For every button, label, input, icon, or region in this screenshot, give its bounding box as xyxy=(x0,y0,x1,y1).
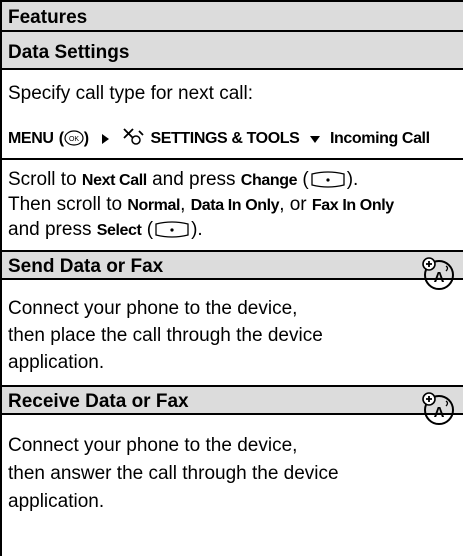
data-settings-intro: Specify call type for next call: xyxy=(8,83,253,104)
triangle-right-icon xyxy=(101,134,109,144)
settings-tools-icon xyxy=(123,128,144,145)
send-line-1: Connect your phone to the device, xyxy=(8,298,298,319)
svg-text:OK: OK xyxy=(69,136,79,143)
instruction-line-2: Then scroll to Normal, Data In Only, or … xyxy=(8,194,394,215)
ok-key-icon: OK xyxy=(64,130,84,146)
down-arrow-icon xyxy=(309,136,320,143)
normal-term: Normal xyxy=(127,197,181,214)
incoming-call-label: Incoming Call xyxy=(329,130,430,147)
receive-line-3: application. xyxy=(8,491,105,512)
features-header: Features xyxy=(2,0,463,32)
receive-data-title: Receive Data or Fax xyxy=(8,391,189,412)
send-line-3: application. xyxy=(8,352,105,373)
select-term: Select xyxy=(96,222,142,239)
data-settings-header: Data Settings xyxy=(2,32,463,70)
menu-label: MENU xyxy=(8,130,54,147)
send-line-2: then place the call through the device xyxy=(8,325,323,346)
instruction-line-3: and press Select ( ). xyxy=(8,219,203,240)
receive-line-2: then answer the call through the device xyxy=(8,463,339,484)
menu-path: MENU ( OK ) SETTINGS & TOOLS Incoming Ca… xyxy=(8,126,430,151)
soft-key-icon xyxy=(311,171,345,188)
network-feature-icon: A xyxy=(422,392,454,425)
data-in-only-term: Data In Only xyxy=(190,197,280,214)
features-table: Features Data Settings Specify call type… xyxy=(0,0,463,556)
svg-text:A: A xyxy=(434,404,445,421)
settings-tools-label: SETTINGS & TOOLS xyxy=(150,130,300,147)
instruction-line-1: Scroll to Next Call and press Change ( )… xyxy=(8,169,359,190)
send-data-header: Send Data or Fax xyxy=(2,252,463,280)
send-data-title: Send Data or Fax xyxy=(8,256,164,277)
fax-in-only-term: Fax In Only xyxy=(311,197,394,214)
svg-text:A: A xyxy=(434,269,445,286)
receive-line-1: Connect your phone to the device, xyxy=(8,435,298,456)
change-term: Change xyxy=(240,172,298,189)
receive-data-header: Receive Data or Fax xyxy=(2,387,463,415)
network-feature-icon: A xyxy=(422,257,454,290)
data-settings-title: Data Settings xyxy=(8,42,130,63)
features-title: Features xyxy=(8,7,88,28)
divider xyxy=(2,158,463,160)
next-call-term: Next Call xyxy=(81,172,147,189)
soft-key-icon xyxy=(155,221,189,238)
